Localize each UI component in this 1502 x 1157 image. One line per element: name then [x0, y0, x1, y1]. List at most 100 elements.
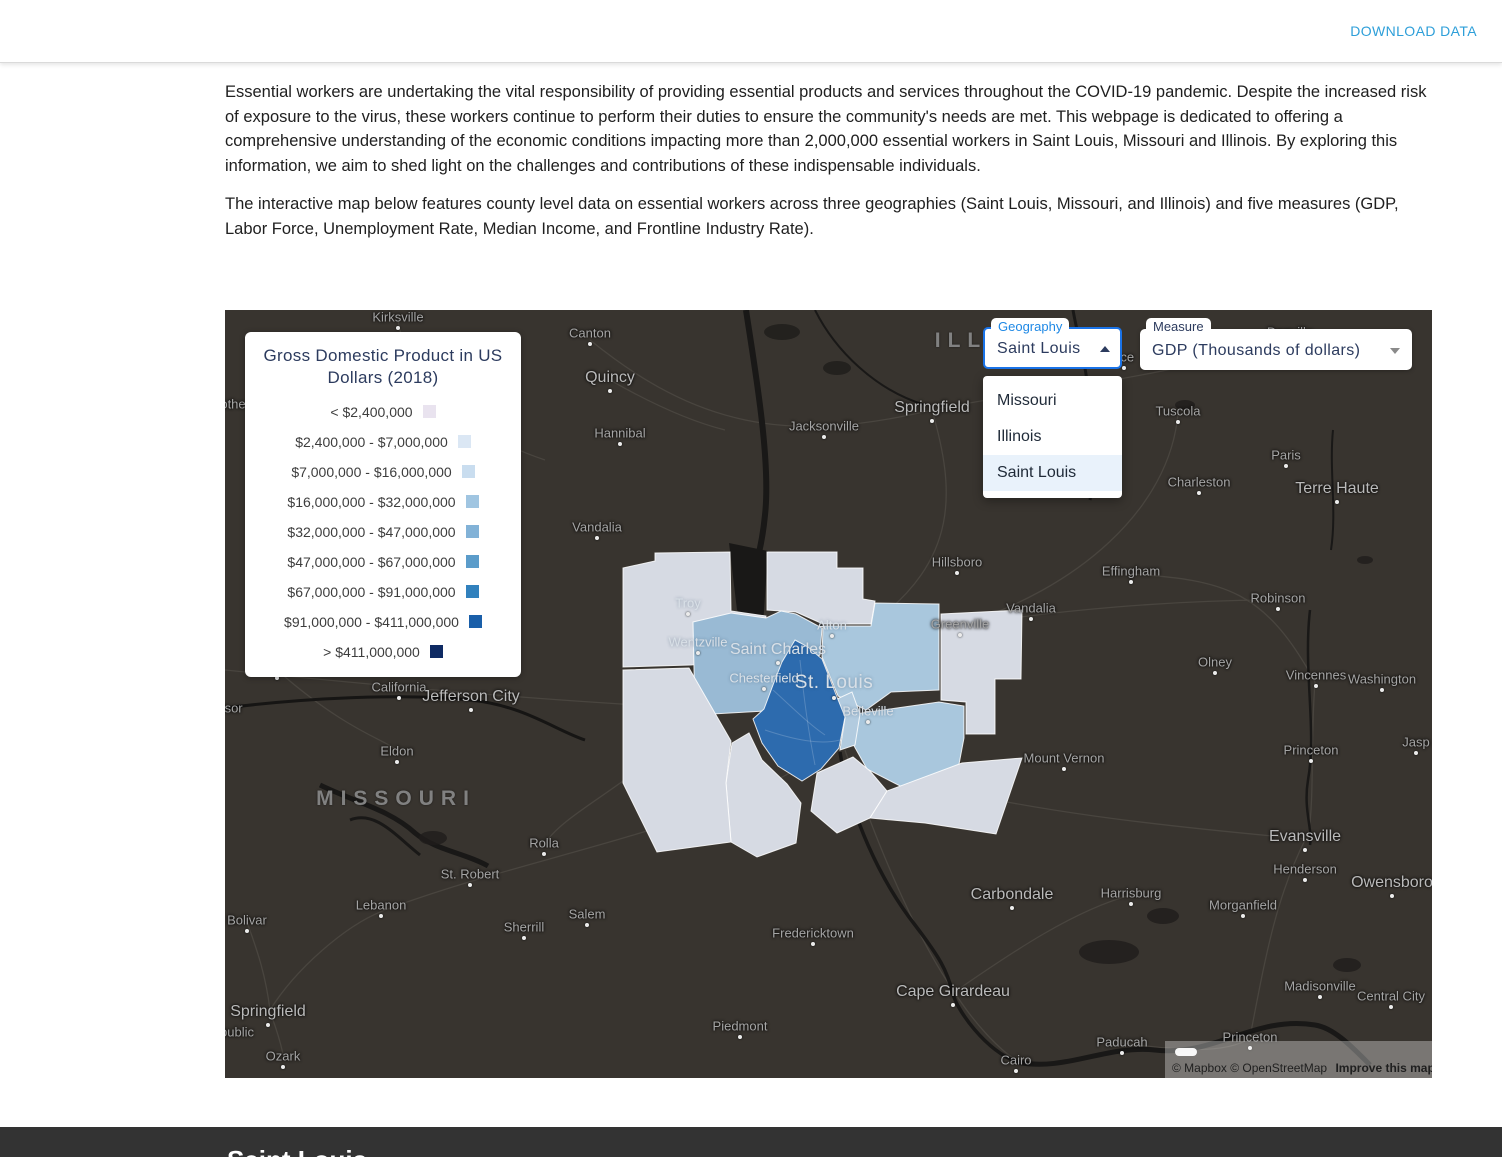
- city-dot: [379, 914, 383, 918]
- map-city-label: Piedmont: [712, 1018, 768, 1034]
- map-city-label: Springfield: [230, 1003, 306, 1020]
- measure-dropdown[interactable]: Measure GDP (Thousands of dollars): [1140, 318, 1412, 370]
- geography-dropdown-menu: Missouri Illinois Saint Louis: [983, 376, 1122, 498]
- mapbox-attribution-link[interactable]: © Mapbox: [1172, 1061, 1227, 1075]
- map-city-label: Effingham: [1101, 563, 1161, 579]
- osm-attribution-link[interactable]: © OpenStreetMap: [1230, 1061, 1327, 1075]
- legend-item: > $411,000,000: [253, 637, 513, 667]
- legend-item: $67,000,000 - $91,000,000: [253, 577, 513, 607]
- map-city-label: Princeton: [1283, 742, 1339, 758]
- map-city-label: Jefferson City: [422, 688, 520, 705]
- interactive-map[interactable]: Kirksville othe Canton Quincy Hannibal Jackso…: [225, 310, 1432, 1078]
- city-dot: [955, 571, 959, 575]
- city-dot: [762, 687, 766, 691]
- map-city-label: Vandalia: [1006, 600, 1056, 616]
- map-city-label: Cape Girardeau: [896, 983, 1010, 1000]
- geography-option-missouri[interactable]: Missouri: [983, 383, 1122, 419]
- map-city-label: Jasp: [1402, 734, 1430, 750]
- map-city-label: Bolivar: [227, 912, 267, 928]
- legend-item: $7,000,000 - $16,000,000: [253, 457, 513, 487]
- city-dot: [1122, 366, 1126, 370]
- city-dot: [1213, 671, 1217, 675]
- map-city-label: Vincennes: [1285, 667, 1347, 683]
- city-dot: [396, 326, 400, 330]
- intro-paragraph-1: Essential workers are undertaking the vi…: [225, 83, 1427, 176]
- city-dot: [1380, 688, 1384, 692]
- map-city-label: public: [225, 1024, 254, 1040]
- page-footer: Saint Louis: [0, 1127, 1502, 1157]
- city-dot: [1062, 767, 1066, 771]
- geography-dropdown[interactable]: Geography Saint Louis: [983, 318, 1122, 369]
- map-city-label: Tuscola: [1155, 403, 1201, 419]
- city-dot: [608, 389, 612, 393]
- city-dot: [1318, 995, 1322, 999]
- city-dot: [958, 633, 962, 637]
- city-dot: [830, 634, 834, 638]
- city-dot: [1303, 878, 1307, 882]
- legend-item: $16,000,000 - $32,000,000: [253, 487, 513, 517]
- map-city-label: Hillsboro: [931, 554, 983, 570]
- legend-item-label: > $411,000,000: [323, 643, 420, 660]
- legend-item-swatch: [422, 405, 436, 418]
- map-state-label: MISSOURI: [316, 787, 476, 810]
- map-city-label: Jacksonville: [788, 418, 860, 434]
- legend-title: Gross Domestic Product in US Dollars (20…: [263, 346, 503, 387]
- improve-map-link[interactable]: Improve this map: [1335, 1061, 1432, 1075]
- map-city-label: Quincy: [585, 369, 635, 386]
- map-city-label: Robinson: [1250, 590, 1306, 606]
- city-dot: [397, 696, 401, 700]
- legend-item-label: $16,000,000 - $32,000,000: [287, 493, 456, 510]
- map-city-label: Harrisburg: [1100, 885, 1162, 901]
- map-city-label: Washington: [1347, 671, 1417, 687]
- city-dot: [1414, 751, 1418, 755]
- legend-item: $32,000,000 - $47,000,000: [253, 517, 513, 547]
- city-dot: [1309, 759, 1313, 763]
- map-city-label: Ozark: [265, 1048, 301, 1064]
- legend-item: $2,400,000 - $7,000,000: [253, 427, 513, 457]
- mapbox-logo-pill[interactable]: [1175, 1048, 1197, 1056]
- legend-item-label: $67,000,000 - $91,000,000: [287, 583, 456, 600]
- measure-dropdown-label: Measure: [1146, 318, 1211, 336]
- map-city-label: Madisonville: [1284, 978, 1356, 994]
- map-city-label: Eldon: [380, 743, 414, 759]
- intro-text: Essential workers are undertaking the vi…: [225, 80, 1434, 254]
- map-city-label: Chesterfield: [729, 670, 799, 686]
- map-city-label: Mount Vernon: [1023, 750, 1105, 766]
- map-city-label: Saint Charles: [729, 641, 827, 658]
- map-attribution: © Mapbox © OpenStreetMap Improve this ma…: [1165, 1041, 1432, 1078]
- geography-option-illinois[interactable]: Illinois: [983, 419, 1122, 455]
- city-dot: [266, 1023, 270, 1027]
- city-dot: [811, 942, 815, 946]
- map-city-label: California: [371, 679, 427, 695]
- city-dot: [522, 936, 526, 940]
- city-dot: [1284, 464, 1288, 468]
- city-dot: [588, 342, 592, 346]
- map-city-label: Henderson: [1273, 861, 1337, 877]
- legend-item-swatch: [465, 495, 479, 508]
- legend-item-swatch: [465, 525, 479, 538]
- map-city-label: Owensboro: [1351, 874, 1432, 891]
- legend-item: $91,000,000 - $411,000,000: [253, 607, 513, 637]
- legend-item-swatch: [429, 645, 443, 658]
- map-city-label: Terre Haute: [1295, 480, 1379, 497]
- legend-item-label: $7,000,000 - $16,000,000: [291, 463, 452, 480]
- geography-option-saint-louis[interactable]: Saint Louis: [983, 455, 1122, 491]
- legend-item-label: < $2,400,000: [330, 403, 413, 420]
- attribution-text: © Mapbox © OpenStreetMap Improve this ma…: [1172, 1061, 1432, 1075]
- geography-selected-value: Saint Louis: [997, 340, 1081, 357]
- map-city-label: Carbondale: [970, 886, 1054, 903]
- city-dot: [542, 852, 546, 856]
- map-city-label: Cairo: [1000, 1052, 1032, 1068]
- legend-item-swatch: [465, 585, 479, 598]
- map-city-label: othe: [225, 396, 246, 412]
- chevron-down-icon: [1390, 347, 1400, 354]
- page-header: DOWNLOAD DATA: [0, 0, 1502, 63]
- map-city-label: Charleston: [1167, 474, 1231, 490]
- city-dot: [1390, 894, 1394, 898]
- city-dot: [1129, 580, 1133, 584]
- city-dot: [618, 442, 622, 446]
- legend-item-swatch: [461, 465, 475, 478]
- map-city-label: St. Louis: [794, 672, 874, 693]
- legend-item: < $2,400,000: [253, 397, 513, 427]
- download-data-link[interactable]: DOWNLOAD DATA: [1350, 23, 1477, 39]
